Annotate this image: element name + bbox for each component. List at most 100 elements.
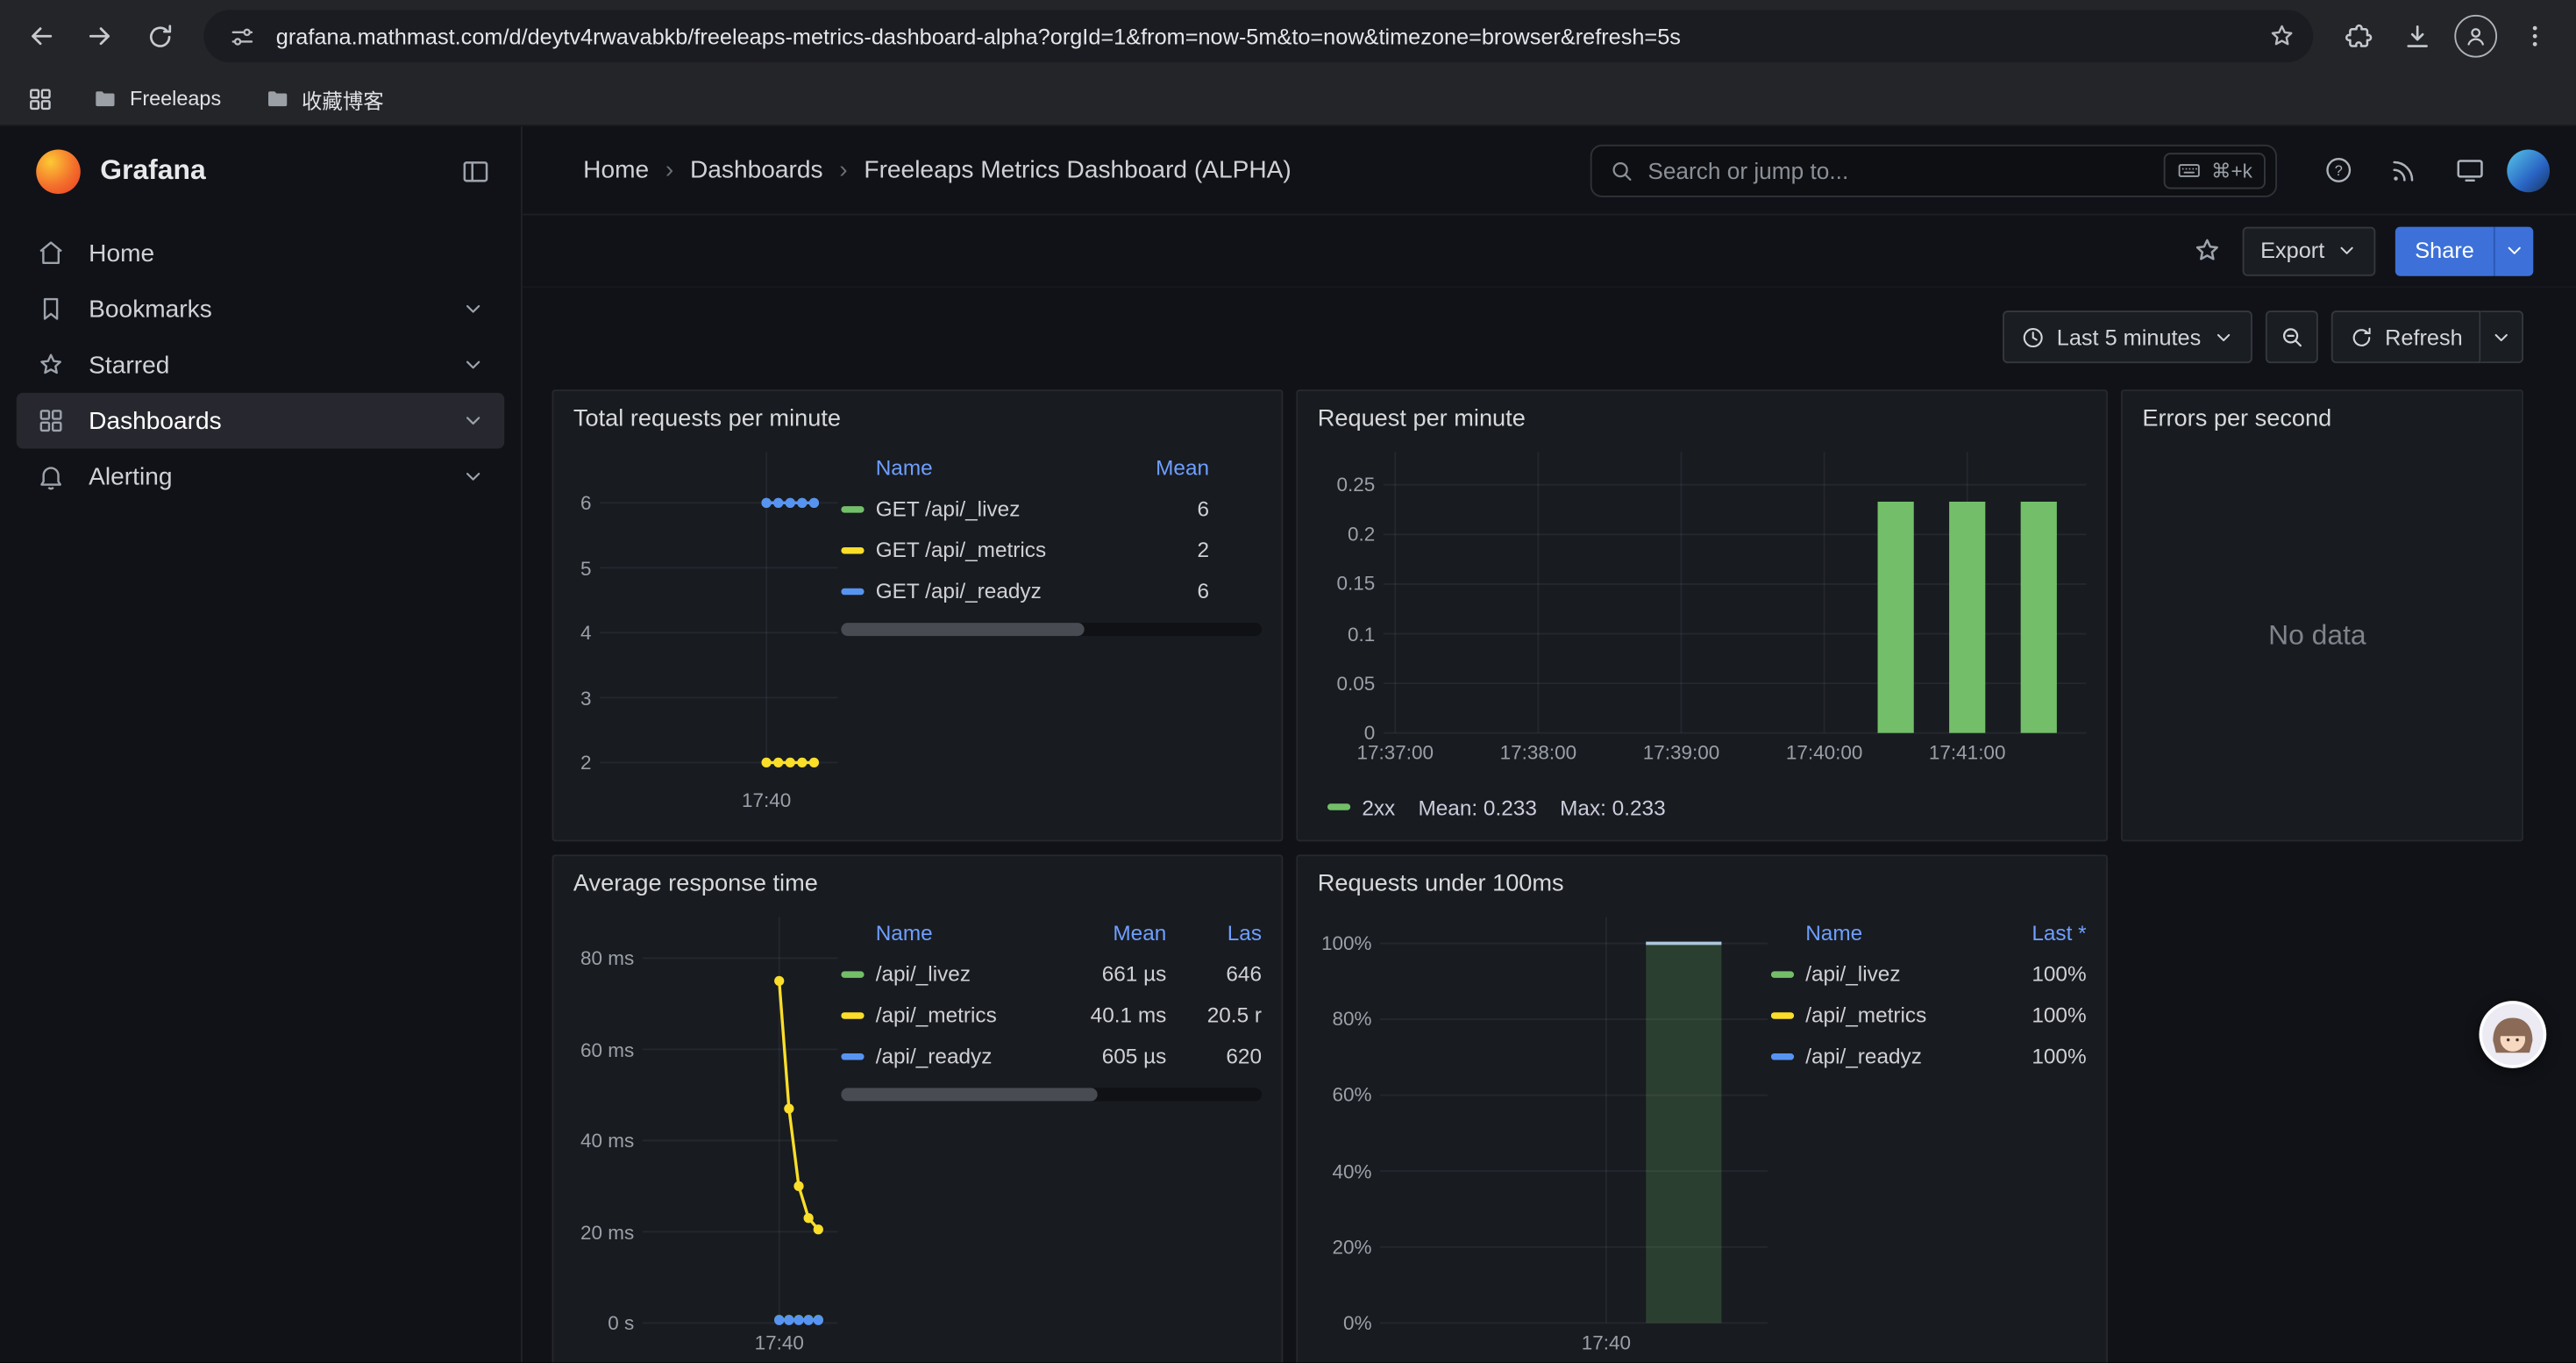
- chart-plot-area[interactable]: [1380, 910, 1768, 1326]
- legend-header-last[interactable]: Last *: [1997, 919, 2086, 944]
- forward-icon[interactable]: [72, 8, 128, 64]
- share-options-button[interactable]: [2494, 226, 2533, 275]
- search-shortcut-badge: ⌘+k: [2164, 152, 2266, 188]
- series-toggle[interactable]: /api/_metrics: [841, 1003, 1074, 1027]
- panel-title[interactable]: Errors per second: [2123, 391, 2522, 446]
- bookmark-icon: [36, 294, 66, 324]
- panel-average-response-time: Average response time 80 ms60 ms40 ms20 …: [552, 854, 1284, 1362]
- sidebar-item-alerting[interactable]: Alerting: [17, 449, 504, 505]
- axis-tick-label: 0.2: [1348, 523, 1375, 546]
- screen-share-icon[interactable]: [2441, 142, 2497, 198]
- sidebar-item-dashboards[interactable]: Dashboards: [17, 393, 504, 449]
- series-toggle[interactable]: GET /api/_livez: [841, 496, 1114, 521]
- series-toggle[interactable]: GET /api/_metrics: [841, 538, 1114, 562]
- series-toggle[interactable]: GET /api/_readyz: [841, 579, 1114, 603]
- legend-header-name[interactable]: Name: [1771, 919, 1998, 944]
- series-toggle[interactable]: /api/_metrics: [1771, 1003, 1998, 1027]
- downloads-icon[interactable]: [2388, 8, 2444, 64]
- user-avatar[interactable]: [2507, 149, 2550, 192]
- series-toggle[interactable]: 2xx: [1327, 795, 1395, 819]
- dock-sidebar-icon[interactable]: [460, 155, 492, 187]
- chart-plot-area[interactable]: [643, 910, 838, 1326]
- legend-scrollbar-thumb[interactable]: [841, 623, 1085, 636]
- axis-tick-label: 40 ms: [580, 1129, 634, 1152]
- browser-menu-icon[interactable]: [2507, 8, 2563, 64]
- favorite-star-icon[interactable]: [2191, 235, 2223, 267]
- grafana-header: Home › Dashboards › Freeleaps Metrics Da…: [523, 126, 2576, 215]
- back-icon[interactable]: [13, 8, 69, 64]
- chevron-down-icon[interactable]: [462, 465, 485, 488]
- browser-profile-avatar[interactable]: [2448, 8, 2504, 64]
- legend-header-mean[interactable]: Mean: [1114, 454, 1209, 479]
- site-settings-icon[interactable]: [220, 15, 263, 58]
- series-toggle[interactable]: /api/_readyz: [1771, 1044, 1998, 1068]
- time-range-picker[interactable]: Last 5 minutes: [2003, 310, 2252, 363]
- assistant-avatar[interactable]: [2479, 1001, 2546, 1068]
- series-color-dash: [841, 588, 864, 594]
- chevron-down-icon[interactable]: [462, 353, 485, 376]
- panel-title[interactable]: Request per minute: [1298, 391, 2106, 446]
- legend-scrollbar[interactable]: [841, 623, 1262, 636]
- chart-plot-area[interactable]: [1384, 446, 2087, 737]
- sidebar-item-starred[interactable]: Starred: [17, 337, 504, 393]
- search-input[interactable]: Search or jump to... ⌘+k: [1590, 144, 2277, 196]
- sidebar-nav: Home Bookmarks Starred Dashboards: [0, 215, 521, 514]
- share-button[interactable]: Share: [2395, 226, 2494, 275]
- zoom-out-icon[interactable]: [2265, 310, 2317, 363]
- legend: 2xx Mean: 0.233 Max: 0.233: [1307, 788, 2086, 827]
- grafana-logo-icon[interactable]: [36, 149, 81, 194]
- clock-icon: [2021, 325, 2046, 349]
- legend-row: /api/_metrics 40.1 ms 20.5 r: [841, 995, 1262, 1036]
- series-toggle[interactable]: /api/_livez: [841, 961, 1074, 986]
- breadcrumb-separator: ›: [839, 156, 847, 184]
- series-last-value: 620: [1166, 1044, 1262, 1068]
- legend-header-mean[interactable]: Mean: [1074, 919, 1166, 944]
- breadcrumb-current: Freeleaps Metrics Dashboard (ALPHA): [864, 156, 1291, 184]
- reload-icon[interactable]: [132, 8, 188, 64]
- legend-row: /api/_livez 100%: [1771, 953, 2087, 995]
- panel-title[interactable]: Requests under 100ms: [1298, 856, 2106, 910]
- browser-toolbar: grafana.mathmast.com/d/deytv4rwavabkb/fr…: [0, 0, 2576, 72]
- grafana-app: Grafana Home Bookmarks Starred: [0, 126, 2576, 1362]
- sidebar-item-bookmarks[interactable]: Bookmarks: [17, 281, 504, 337]
- chart-plot-area[interactable]: [600, 446, 838, 784]
- legend-row: GET /api/_livez 6: [841, 488, 1262, 529]
- legend-table: Name Mean GET /api/_livez 6 GET /api/_me…: [841, 446, 1262, 827]
- bookmark-folder-freeleaps[interactable]: Freeleaps: [79, 77, 234, 120]
- chevron-down-icon[interactable]: [462, 410, 485, 432]
- help-icon[interactable]: ?: [2309, 142, 2366, 198]
- apps-grid-icon[interactable]: [17, 75, 62, 121]
- chevron-down-icon[interactable]: [462, 297, 485, 320]
- series-toggle[interactable]: /api/_readyz: [841, 1044, 1074, 1068]
- legend-header-row: Name Mean: [841, 446, 1262, 489]
- panel-title[interactable]: Total requests per minute: [553, 391, 1281, 446]
- series-toggle[interactable]: /api/_livez: [1771, 961, 1998, 986]
- legend-header-row: Name Last *: [1771, 910, 2087, 953]
- extensions-icon[interactable]: [2330, 8, 2386, 64]
- sidebar-item-home[interactable]: Home: [17, 225, 504, 282]
- breadcrumb-home[interactable]: Home: [583, 156, 649, 184]
- bookmark-folder-blogs[interactable]: 收藏博客: [251, 77, 397, 120]
- legend-header-last[interactable]: Las: [1166, 919, 1262, 944]
- breadcrumb-dashboards[interactable]: Dashboards: [690, 156, 823, 184]
- refresh-interval-button[interactable]: [2480, 310, 2523, 363]
- legend-header-name[interactable]: Name: [841, 919, 1074, 944]
- screenshot-stage: grafana.mathmast.com/d/deytv4rwavabkb/fr…: [0, 0, 2576, 1362]
- axis-tick-label: 60 ms: [580, 1038, 634, 1060]
- legend-table: Name Mean Las /api/_livez 661 µs 646: [841, 910, 1262, 1362]
- address-bar[interactable]: grafana.mathmast.com/d/deytv4rwavabkb/fr…: [203, 10, 2313, 62]
- refresh-button[interactable]: Refresh: [2330, 310, 2480, 363]
- export-button[interactable]: Export: [2243, 226, 2376, 275]
- panel-title[interactable]: Average response time: [553, 856, 1281, 910]
- legend-scrollbar[interactable]: [841, 1088, 1262, 1101]
- bookmark-star-icon[interactable]: [2260, 15, 2303, 58]
- rss-news-icon[interactable]: [2375, 142, 2431, 198]
- series-mean-value: 40.1 ms: [1074, 1003, 1166, 1027]
- legend-header-name[interactable]: Name: [841, 454, 1114, 479]
- chart-svg: [643, 910, 838, 1326]
- legend-scrollbar-thumb[interactable]: [841, 1088, 1098, 1101]
- chart-svg: [1380, 910, 1768, 1326]
- bell-icon: [36, 462, 66, 492]
- series-mean-value: 605 µs: [1074, 1044, 1166, 1068]
- export-label: Export: [2260, 239, 2324, 263]
